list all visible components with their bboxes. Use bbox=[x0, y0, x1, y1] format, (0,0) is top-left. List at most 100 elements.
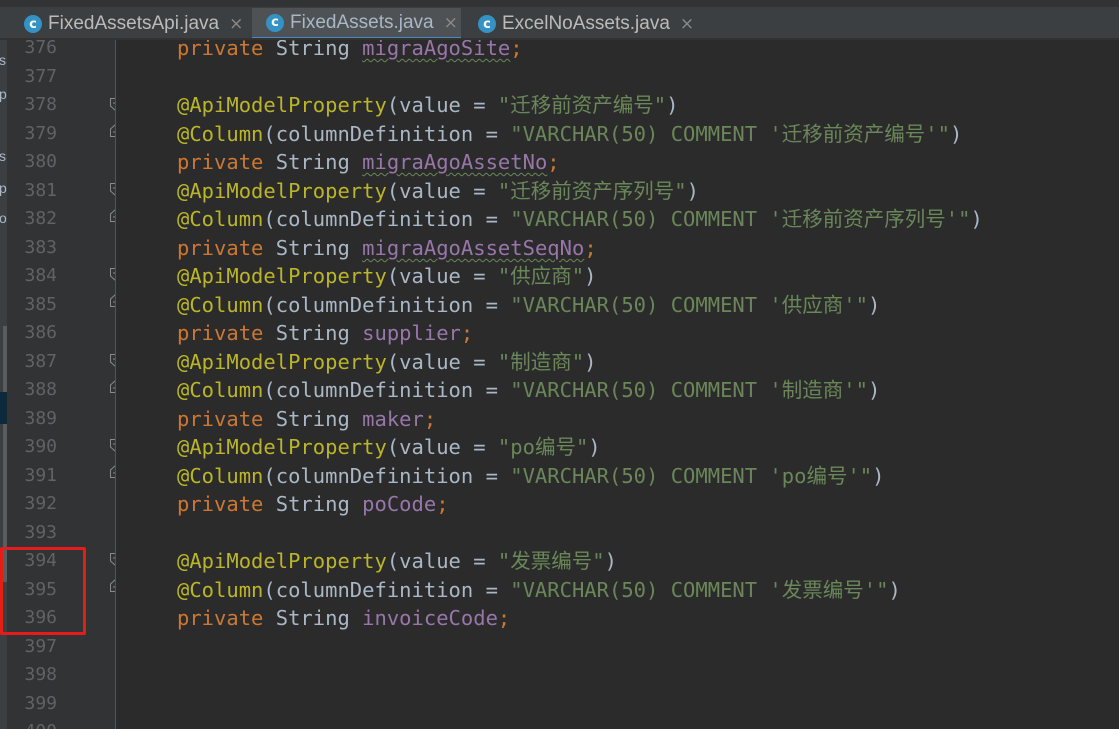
code-line: @Column(columnDefinition = "VARCHAR(50) … bbox=[177, 462, 885, 490]
line-number: 383 bbox=[24, 237, 57, 258]
code-line: @ApiModelProperty(value = "发票编号") bbox=[177, 547, 617, 575]
line-number: 399 bbox=[24, 693, 57, 714]
panel-text-fragment: p bbox=[0, 180, 7, 196]
paren: ) bbox=[867, 293, 881, 317]
code-line: @ApiModelProperty(value = "po编号") bbox=[177, 433, 601, 461]
toolbar-strip bbox=[0, 0, 1119, 7]
code-line: @Column(columnDefinition = "VARCHAR(50) … bbox=[177, 376, 880, 404]
annotation: @ApiModelProperty bbox=[177, 549, 387, 573]
code-line: @ApiModelProperty(value = "迁移前资产编号") bbox=[177, 91, 678, 119]
tab-excel-no-assets[interactable]: c ExcelNoAssets.java × bbox=[470, 8, 710, 40]
annotation: @ApiModelProperty bbox=[177, 435, 387, 459]
code-line: @Column(columnDefinition = "VARCHAR(50) … bbox=[177, 205, 983, 233]
annotation: @Column bbox=[177, 378, 264, 402]
string-literal: "VARCHAR(50) COMMENT '制造商'" bbox=[510, 378, 868, 402]
java-class-icon: c bbox=[24, 15, 42, 33]
keyword: private bbox=[177, 150, 264, 174]
semicolon: ; bbox=[547, 150, 560, 174]
annotation-param: (value = bbox=[386, 264, 498, 288]
string-literal: "供应商" bbox=[497, 264, 585, 288]
type-name: String bbox=[263, 606, 363, 630]
line-number: 388 bbox=[24, 379, 57, 400]
semicolon: ; bbox=[497, 606, 511, 630]
highlight-box bbox=[0, 547, 86, 635]
code-line: @ApiModelProperty(value = "制造商") bbox=[177, 348, 596, 376]
semicolon: ; bbox=[436, 492, 449, 516]
field-name: maker bbox=[362, 407, 424, 431]
string-literal: "迁移前资产序列号" bbox=[497, 179, 687, 203]
annotation-param: (columnDefinition = bbox=[263, 293, 511, 317]
close-icon[interactable]: × bbox=[680, 14, 694, 34]
annotation: @ApiModelProperty bbox=[177, 179, 387, 203]
paren: ) bbox=[666, 93, 679, 117]
close-icon[interactable]: × bbox=[444, 13, 458, 33]
annotation-param: (columnDefinition = bbox=[263, 578, 511, 602]
line-number: 378 bbox=[24, 94, 57, 115]
tab-fixed-assets-api[interactable]: c FixedAssetsApi.java × bbox=[18, 8, 250, 40]
type-name: String bbox=[263, 150, 363, 174]
line-number: 390 bbox=[24, 436, 57, 457]
paren: ) bbox=[867, 378, 881, 402]
keyword: private bbox=[177, 321, 264, 345]
code-line: private String supplier; bbox=[177, 319, 473, 347]
semicolon: ; bbox=[584, 236, 597, 260]
panel-selection bbox=[0, 392, 7, 424]
semicolon: ; bbox=[460, 321, 474, 345]
line-number: 376 bbox=[24, 40, 57, 58]
annotation-param: (value = bbox=[386, 350, 498, 374]
field-name: migraAgoAssetSeqNo bbox=[362, 236, 585, 260]
tab-label: ExcelNoAssets.java bbox=[502, 13, 670, 34]
code-line: private String invoiceCode; bbox=[177, 604, 510, 632]
close-icon[interactable]: × bbox=[229, 14, 243, 34]
code-line: @ApiModelProperty(value = "供应商") bbox=[177, 262, 596, 290]
line-number: 379 bbox=[24, 123, 57, 144]
string-literal: "VARCHAR(50) COMMENT '迁移前资产序列号'" bbox=[510, 207, 971, 231]
paren: ) bbox=[949, 122, 963, 146]
keyword: private bbox=[177, 40, 264, 60]
java-class-icon: c bbox=[266, 13, 284, 32]
annotation: @Column bbox=[177, 207, 264, 231]
annotation: @Column bbox=[177, 293, 264, 317]
panel-text-fragment: s bbox=[0, 148, 6, 164]
line-number: 382 bbox=[24, 208, 57, 229]
annotation-param: (value = bbox=[386, 549, 498, 573]
panel-text-fragment: s bbox=[0, 52, 6, 68]
line-number: 385 bbox=[24, 294, 57, 315]
keyword: private bbox=[177, 492, 264, 516]
string-literal: "VARCHAR(50) COMMENT '供应商'" bbox=[510, 293, 868, 317]
field-name: migraAgoAssetNo bbox=[362, 150, 548, 174]
field-name: poCode bbox=[362, 492, 437, 516]
annotation-param: (columnDefinition = bbox=[263, 207, 511, 231]
annotation: @ApiModelProperty bbox=[177, 93, 387, 117]
tab-label: FixedAssets.java bbox=[290, 11, 434, 33]
keyword: private bbox=[177, 606, 264, 630]
code-line: private String poCode; bbox=[177, 490, 449, 518]
string-literal: "VARCHAR(50) COMMENT '迁移前资产编号'" bbox=[510, 122, 950, 146]
tab-fixed-assets[interactable]: c FixedAssets.java × bbox=[252, 8, 461, 40]
line-number: 398 bbox=[24, 664, 57, 685]
keyword: private bbox=[177, 407, 264, 431]
line-number: 397 bbox=[24, 636, 57, 657]
paren: ) bbox=[584, 264, 597, 288]
field-name: supplier bbox=[362, 321, 461, 345]
semicolon: ; bbox=[423, 407, 437, 431]
type-name: String bbox=[263, 236, 363, 260]
tab-label: FixedAssetsApi.java bbox=[48, 13, 220, 34]
code-editor[interactable]: private String migraAgoSite; @ApiModelPr… bbox=[117, 40, 1119, 729]
string-literal: "po编号" bbox=[497, 435, 589, 459]
paren: ) bbox=[872, 464, 885, 488]
line-number: 393 bbox=[24, 522, 57, 543]
java-class-icon: c bbox=[478, 15, 496, 33]
paren: ) bbox=[686, 179, 699, 203]
line-number: 381 bbox=[24, 180, 57, 201]
paren: ) bbox=[588, 435, 601, 459]
line-number: 391 bbox=[24, 465, 57, 486]
code-line: private String migraAgoAssetSeqNo; bbox=[177, 234, 597, 262]
paren: ) bbox=[604, 549, 617, 573]
type-name: String bbox=[263, 321, 363, 345]
type-name: String bbox=[263, 40, 363, 60]
code-line: private String maker; bbox=[177, 405, 436, 433]
semicolon: ; bbox=[510, 40, 523, 60]
code-line: @Column(columnDefinition = "VARCHAR(50) … bbox=[177, 120, 962, 148]
annotation: @ApiModelProperty bbox=[177, 264, 387, 288]
